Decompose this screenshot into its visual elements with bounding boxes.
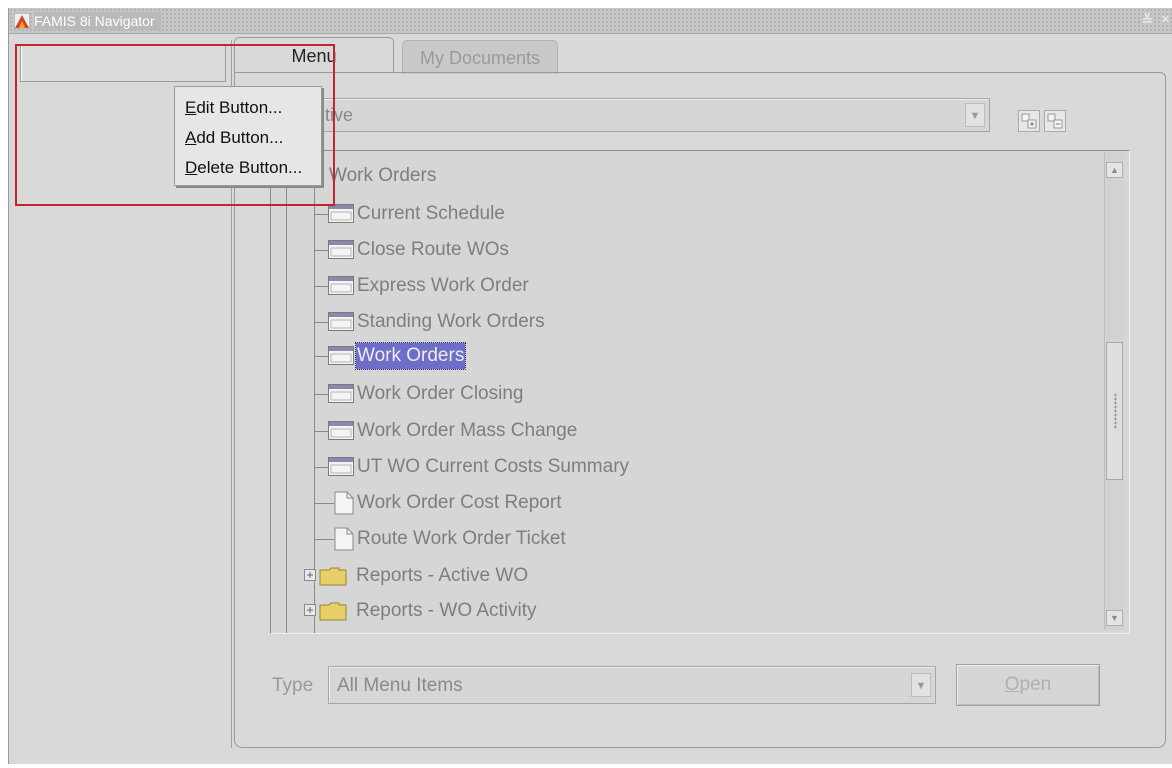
open-button-accel: O <box>1004 674 1020 695</box>
type-select[interactable]: All Menu Items ▼ <box>328 666 936 704</box>
collapse-all-button[interactable] <box>1044 110 1066 132</box>
expand-plus-icon[interactable] <box>304 604 316 616</box>
tree-item-close-route-wos[interactable]: Close Route WOs <box>271 235 1101 265</box>
tree-item-label: Current Schedule <box>357 203 505 224</box>
tree-item-label: Work Order Cost Report <box>357 492 562 513</box>
collapse-all-icon <box>1047 113 1063 129</box>
tree-item-standing-work-orders[interactable]: Standing Work Orders <box>271 307 1101 337</box>
tree-item-label: Route Work Order Ticket <box>357 528 566 549</box>
open-button-label: pen <box>1019 674 1052 695</box>
grip-icon <box>1114 393 1117 429</box>
tree-item-label: Reports - WO Activity <box>356 600 537 621</box>
tree-item-label: Express Work Order <box>357 275 529 296</box>
folder-icon <box>319 567 347 586</box>
form-icon <box>328 457 354 476</box>
tree-item-work-order-mass-change[interactable]: Work Order Mass Change <box>271 416 1101 446</box>
tree-item-work-orders[interactable]: Work Orders <box>271 341 1101 371</box>
tree-item-label: Close Route WOs <box>357 239 510 260</box>
tree-root-label[interactable]: Work Orders <box>329 165 436 187</box>
tree-item-label: Work Order Mass Change <box>357 420 578 441</box>
minimize-icon[interactable]: ≚ <box>1141 11 1154 29</box>
tree-item-express-work-order[interactable]: Express Work Order <box>271 271 1101 301</box>
close-icon[interactable]: × <box>1161 11 1170 28</box>
document-icon <box>334 491 354 515</box>
menu-select[interactable]: tive ▼ <box>290 98 990 132</box>
tree-item-reports-active-wo[interactable]: Reports - Active WO <box>271 561 1101 591</box>
form-icon <box>328 346 354 365</box>
form-icon <box>328 240 354 259</box>
tree-item-ut-wo-current-costs-summary[interactable]: UT WO Current Costs Summary <box>271 452 1101 482</box>
tree-item-label: Work Orders <box>354 342 467 370</box>
tree-scrollbar[interactable]: ▲ ▼ <box>1104 152 1124 630</box>
annotation-highlight-box <box>15 44 335 206</box>
tab-my-documents[interactable]: My Documents <box>402 40 558 74</box>
tree-item-reports-wo-activity[interactable]: Reports - WO Activity <box>271 596 1101 626</box>
title-bar[interactable]: FAMIS 8i Navigator ≚ × <box>9 8 1172 34</box>
tree-item-label: UT WO Current Costs Summary <box>357 456 630 477</box>
form-icon <box>328 276 354 295</box>
expand-all-icon <box>1021 113 1037 129</box>
tree-item-current-schedule[interactable]: Current Schedule <box>271 199 1101 229</box>
tree-item-label: Reports - Active WO <box>356 565 529 586</box>
tree-item-label: Standing Work Orders <box>357 311 545 332</box>
tree-item-work-order-closing[interactable]: Work Order Closing <box>271 379 1101 409</box>
expand-plus-icon[interactable] <box>304 569 316 581</box>
form-icon <box>328 421 354 440</box>
form-icon <box>328 312 354 331</box>
open-button[interactable]: Open <box>956 664 1100 706</box>
scroll-down-icon[interactable]: ▼ <box>1106 610 1123 626</box>
type-label: Type <box>272 675 314 696</box>
scroll-thumb[interactable] <box>1106 342 1123 480</box>
tree-item-label: Work Order Closing <box>357 383 524 404</box>
window-title: FAMIS 8i Navigator <box>34 12 161 30</box>
form-icon <box>328 204 354 223</box>
expand-all-button[interactable] <box>1018 110 1040 132</box>
menu-tree[interactable]: Work Orders Current Schedule Close Route… <box>270 150 1130 634</box>
app-logo-icon <box>14 13 30 29</box>
chevron-down-icon[interactable]: ▼ <box>965 103 985 127</box>
type-select-value: All Menu Items <box>337 675 463 696</box>
form-icon <box>328 384 354 403</box>
tree-item-work-order-cost-report[interactable]: Work Order Cost Report <box>271 488 1101 518</box>
scroll-up-icon[interactable]: ▲ <box>1106 162 1123 178</box>
document-icon <box>334 527 354 551</box>
tree-item-route-work-order-ticket[interactable]: Route Work Order Ticket <box>271 524 1101 554</box>
chevron-down-icon[interactable]: ▼ <box>911 673 931 697</box>
folder-icon <box>319 602 347 621</box>
